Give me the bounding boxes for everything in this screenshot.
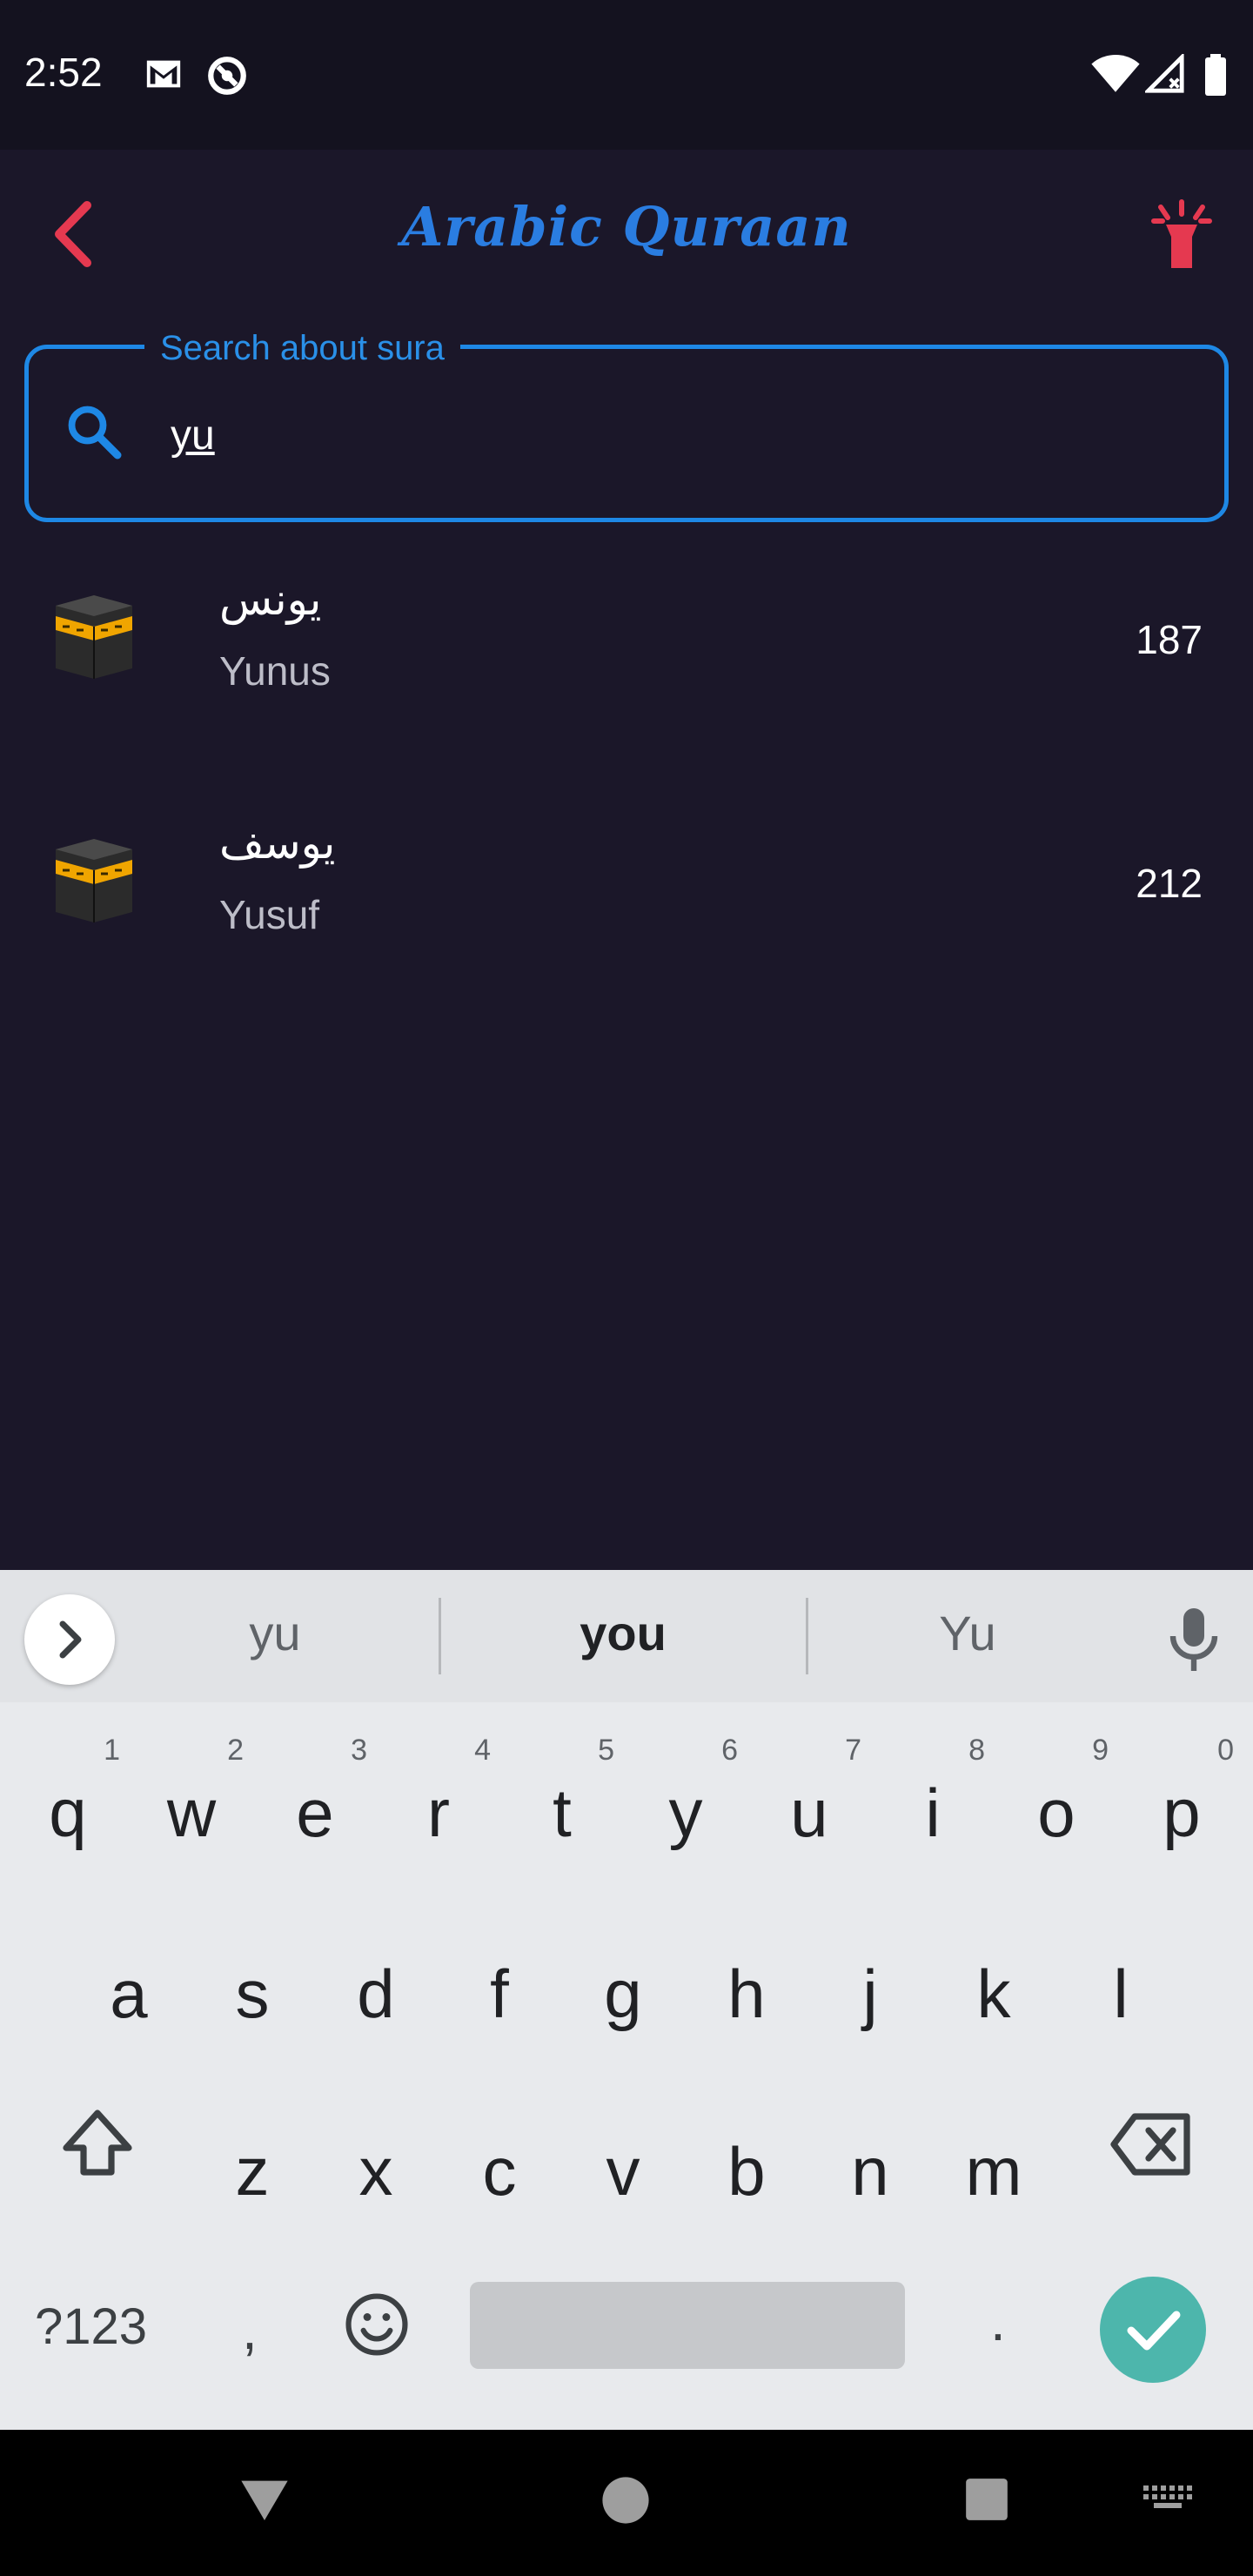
key-r[interactable]: 4r bbox=[378, 1728, 499, 1885]
search-input[interactable] bbox=[171, 400, 1171, 470]
key-p[interactable]: 0p bbox=[1121, 1728, 1243, 1885]
key-z[interactable]: z bbox=[191, 2083, 313, 2240]
key-y[interactable]: 6y bbox=[625, 1728, 747, 1885]
key-o[interactable]: 9o bbox=[995, 1728, 1117, 1885]
battery-icon bbox=[1205, 54, 1226, 96]
key-u[interactable]: 7u bbox=[748, 1728, 870, 1885]
back-triangle-icon[interactable] bbox=[237, 2472, 292, 2527]
sura-name: Yusuf bbox=[219, 892, 320, 937]
key-char: c bbox=[482, 2133, 517, 2210]
key-char: j bbox=[862, 1955, 878, 2032]
suggestion-divider bbox=[439, 1598, 441, 1674]
kaaba-icon bbox=[56, 839, 132, 922]
key-j[interactable]: j bbox=[809, 1906, 931, 2063]
key-f[interactable]: f bbox=[439, 1906, 560, 2063]
keyboard-switch-icon[interactable] bbox=[1142, 2482, 1194, 2517]
key-s[interactable]: s bbox=[191, 1906, 313, 2063]
app-title: Arabic Quraan bbox=[401, 195, 852, 258]
chevron-right-icon bbox=[59, 1620, 82, 1659]
key-a[interactable]: a bbox=[68, 1906, 190, 2063]
key-char: s bbox=[235, 1955, 270, 2032]
key-x[interactable]: x bbox=[315, 2083, 437, 2240]
key-char: h bbox=[727, 1955, 766, 2032]
key-g[interactable]: g bbox=[562, 1906, 684, 2063]
enter-key[interactable] bbox=[1100, 2277, 1206, 2383]
key-q[interactable]: 1q bbox=[7, 1728, 129, 1885]
key-l[interactable]: l bbox=[1060, 1906, 1182, 2063]
key-hint: 8 bbox=[968, 1734, 985, 1767]
signal-icon bbox=[1145, 54, 1184, 93]
key-d[interactable]: d bbox=[315, 1906, 437, 2063]
status-time: 2:52 bbox=[24, 50, 103, 95]
app-bar: Arabic Quraan bbox=[0, 150, 1253, 315]
key-hint: 1 bbox=[104, 1734, 120, 1767]
key-char: x bbox=[358, 2133, 393, 2210]
key-hint: 9 bbox=[1092, 1734, 1109, 1767]
suggestion-3[interactable]: Yu bbox=[854, 1605, 1081, 1661]
search-label: Search about sura bbox=[144, 329, 460, 368]
list-item[interactable]: يونس Yunus 187 bbox=[0, 557, 1253, 766]
key-e[interactable]: 3e bbox=[254, 1728, 376, 1885]
suggestion-bar: yu you Yu bbox=[0, 1570, 1253, 1702]
do-not-disturb-icon bbox=[208, 57, 246, 95]
key-char: m bbox=[965, 2133, 1022, 2210]
sura-count: 187 bbox=[1136, 617, 1203, 662]
emoji-key[interactable] bbox=[341, 2289, 412, 2360]
key-n[interactable]: n bbox=[809, 2083, 931, 2240]
key-hint: 7 bbox=[845, 1734, 861, 1767]
key-char: v bbox=[606, 2133, 640, 2210]
checkmark-icon bbox=[1127, 2311, 1181, 2351]
backspace-key[interactable] bbox=[1110, 2110, 1194, 2179]
key-hint: 6 bbox=[721, 1734, 738, 1767]
sura-arabic-name: يونس bbox=[219, 574, 322, 625]
key-w[interactable]: 2w bbox=[131, 1728, 252, 1885]
key-k[interactable]: k bbox=[933, 1906, 1055, 2063]
suggestion-2[interactable]: you bbox=[510, 1605, 736, 1661]
on-screen-keyboard: yu you Yu 1q 2w 3e 4r 5t 6y 7u 8i 9o 0p … bbox=[0, 1570, 1253, 2430]
sura-arabic-name: يوسف bbox=[219, 818, 336, 869]
status-bar: 2:52 bbox=[0, 0, 1253, 150]
key-char: l bbox=[1113, 1955, 1129, 2032]
key-char: k bbox=[976, 1955, 1011, 2032]
key-char: n bbox=[851, 2133, 889, 2210]
key-c[interactable]: c bbox=[439, 2083, 560, 2240]
navigation-bar bbox=[0, 2430, 1253, 2576]
key-hint: 3 bbox=[351, 1734, 367, 1767]
kaaba-icon bbox=[56, 595, 132, 679]
search-icon bbox=[68, 406, 122, 460]
microphone-icon[interactable] bbox=[1166, 1605, 1222, 1674]
key-char: a bbox=[110, 1955, 148, 2032]
key-hint: 0 bbox=[1217, 1734, 1234, 1767]
key-hint: 5 bbox=[598, 1734, 614, 1767]
home-circle-icon[interactable] bbox=[600, 2475, 651, 2526]
key-char: z bbox=[235, 2133, 270, 2210]
comma-key[interactable]: , bbox=[242, 2298, 258, 2362]
key-i[interactable]: 8i bbox=[872, 1728, 994, 1885]
key-char: g bbox=[604, 1955, 642, 2032]
flashlight-icon[interactable] bbox=[1149, 198, 1215, 272]
space-key[interactable] bbox=[470, 2282, 905, 2369]
sura-count: 212 bbox=[1136, 861, 1203, 906]
key-char: b bbox=[727, 2133, 766, 2210]
symbols-key[interactable]: ?123 bbox=[35, 2298, 147, 2356]
key-v[interactable]: v bbox=[562, 2083, 684, 2240]
suggestion-divider bbox=[806, 1598, 808, 1674]
key-m[interactable]: m bbox=[933, 2083, 1055, 2240]
key-char: d bbox=[357, 1955, 395, 2032]
recents-square-icon[interactable] bbox=[964, 2477, 1009, 2522]
shift-key[interactable] bbox=[56, 2103, 139, 2186]
list-item[interactable]: يوسف Yusuf 212 bbox=[0, 801, 1253, 1010]
expand-toolbar-button[interactable] bbox=[24, 1594, 115, 1685]
key-t[interactable]: 5t bbox=[501, 1728, 623, 1885]
key-b[interactable]: b bbox=[686, 2083, 807, 2240]
sura-name: Yunus bbox=[219, 648, 331, 694]
wifi-icon bbox=[1091, 54, 1140, 92]
suggestion-1[interactable]: yu bbox=[162, 1605, 388, 1661]
key-hint: 2 bbox=[227, 1734, 244, 1767]
gmail-icon bbox=[146, 60, 181, 88]
key-char: f bbox=[490, 1955, 509, 2032]
period-key[interactable]: . bbox=[990, 2289, 1006, 2353]
key-h[interactable]: h bbox=[686, 1906, 807, 2063]
key-hint: 4 bbox=[474, 1734, 491, 1767]
